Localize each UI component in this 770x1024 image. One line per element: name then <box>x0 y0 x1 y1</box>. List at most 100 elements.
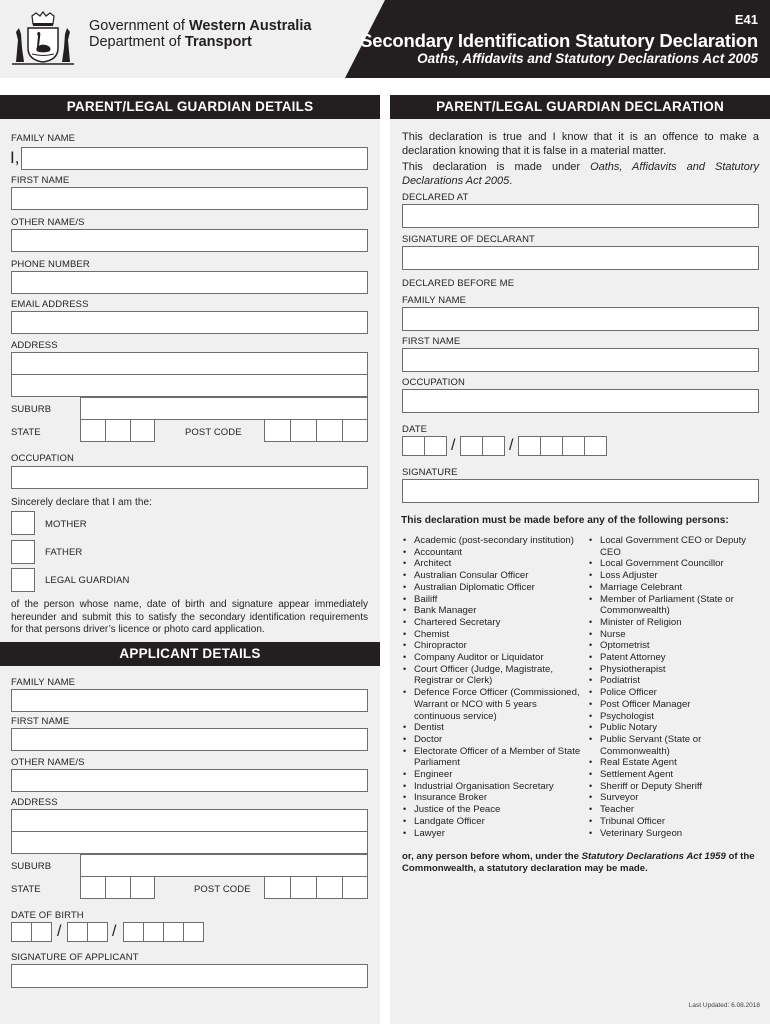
applicant-first-name-field[interactable] <box>11 728 368 751</box>
signature-declarant-field[interactable] <box>402 246 759 270</box>
guardian-occupation-field[interactable] <box>11 466 368 489</box>
date-separator: / <box>509 437 514 454</box>
applicant-postcode-label: POST CODE <box>194 884 251 895</box>
authorised-person-item: Academic (post-secondary institution) <box>402 535 582 547</box>
guardian-state-cell[interactable] <box>80 419 106 442</box>
father-checkbox[interactable] <box>11 540 35 564</box>
applicant-state-cell[interactable] <box>105 876 131 899</box>
declared-before-me-label: DECLARED BEFORE ME <box>402 278 515 289</box>
authorised-person-item: Electorate Officer of a Member of State … <box>402 746 582 769</box>
date-day-cell[interactable] <box>424 436 447 456</box>
guardian-statement: of the person whose name, date of birth … <box>11 599 368 635</box>
dob-month-cell[interactable] <box>67 922 88 942</box>
witness-first-name-label: FIRST NAME <box>402 336 461 347</box>
guardian-email-field[interactable] <box>11 311 368 334</box>
date-month-cell[interactable] <box>460 436 483 456</box>
applicant-details-heading: APPLICANT DETAILS <box>0 642 380 666</box>
authorised-person-item: Real Estate Agent <box>588 757 766 769</box>
signature-declarant-label: SIGNATURE OF DECLARANT <box>402 234 535 245</box>
dob-year-cell[interactable] <box>183 922 204 942</box>
form-code: E41 <box>734 12 758 27</box>
guardian-postcode-cell[interactable] <box>316 419 343 442</box>
applicant-suburb-label: SUBURB <box>11 861 52 872</box>
guardian-family-name-label: FAMILY NAME <box>11 133 76 144</box>
declaration-text-2: This declaration is made under Oaths, Af… <box>402 161 759 188</box>
dob-month-cell[interactable] <box>87 922 108 942</box>
authorised-person-item: Nurse <box>588 629 766 641</box>
guardian-email-label: EMAIL ADDRESS <box>11 299 89 310</box>
authorised-person-item: Minister of Religion <box>588 617 766 629</box>
applicant-family-name-label: FAMILY NAME <box>11 677 76 688</box>
applicant-family-name-field[interactable] <box>11 689 368 712</box>
guardian-state-cell[interactable] <box>130 419 155 442</box>
left-column: PARENT/LEGAL GUARDIAN DETAILS FAMILY NAM… <box>0 95 380 1024</box>
applicant-other-names-label: OTHER NAME/S <box>11 757 85 768</box>
declared-at-field[interactable] <box>402 204 759 228</box>
guardian-first-name-field[interactable] <box>11 187 368 210</box>
guardian-postcode-cell[interactable] <box>342 419 368 442</box>
authorised-person-item: Accountant <box>402 547 582 559</box>
guardian-address-line2-field[interactable] <box>11 374 368 397</box>
applicant-postcode-cell[interactable] <box>264 876 291 899</box>
authorised-person-item: Australian Consular Officer <box>402 570 582 582</box>
applicant-address-line1-field[interactable] <box>11 809 368 832</box>
form-title: Secondary Identification Statutory Decla… <box>360 30 758 51</box>
guardian-family-name-field[interactable] <box>21 147 368 170</box>
date-year-cell[interactable] <box>540 436 563 456</box>
authorised-person-item: Defence Force Officer (Commissioned, War… <box>402 687 582 722</box>
signature-field[interactable] <box>402 479 759 503</box>
guardian-other-names-field[interactable] <box>11 229 368 252</box>
authorised-person-item: Teacher <box>588 804 766 816</box>
applicant-state-cell[interactable] <box>80 876 106 899</box>
applicant-suburb-field[interactable] <box>80 854 368 877</box>
authorised-person-item: Company Auditor or Liquidator <box>402 652 582 664</box>
authorised-person-item: Dentist <box>402 722 582 734</box>
applicant-postcode-cell[interactable] <box>290 876 317 899</box>
applicant-signature-label: SIGNATURE OF APPLICANT <box>11 952 139 963</box>
authorised-person-item: Bank Manager <box>402 605 582 617</box>
i-prefix: I, <box>10 148 20 167</box>
dob-year-cell[interactable] <box>163 922 184 942</box>
witness-occupation-field[interactable] <box>402 389 759 413</box>
applicant-address-line2-field[interactable] <box>11 831 368 854</box>
dob-year-cell[interactable] <box>143 922 164 942</box>
applicant-postcode-cell[interactable] <box>316 876 343 899</box>
guardian-suburb-field[interactable] <box>80 397 368 420</box>
declaration-text-2-suffix: . <box>509 174 513 187</box>
date-year-cell[interactable] <box>518 436 541 456</box>
dob-day-cell[interactable] <box>31 922 52 942</box>
guardian-address-line1-field[interactable] <box>11 352 368 375</box>
authorised-person-item: Industrial Organisation Secretary <box>402 781 582 793</box>
guardian-state-cell[interactable] <box>105 419 131 442</box>
persons-heading: This declaration must be made before any… <box>401 515 729 526</box>
witness-family-name-field[interactable] <box>402 307 759 331</box>
authorised-person-item: Chartered Secretary <box>402 617 582 629</box>
dob-year-cell[interactable] <box>123 922 144 942</box>
closing-statement: or, any person before whom, under the St… <box>402 851 762 874</box>
guardian-postcode-cell[interactable] <box>290 419 317 442</box>
date-year-cell[interactable] <box>584 436 607 456</box>
guardian-occupation-label: OCCUPATION <box>11 453 74 464</box>
witness-first-name-field[interactable] <box>402 348 759 372</box>
authorised-person-item: Tribunal Officer <box>588 816 766 828</box>
applicant-signature-field[interactable] <box>11 964 368 988</box>
date-month-cell[interactable] <box>482 436 505 456</box>
authorised-person-item: Surveyor <box>588 792 766 804</box>
applicant-postcode-cell[interactable] <box>342 876 368 899</box>
guardian-phone-field[interactable] <box>11 271 368 294</box>
guardian-postcode-cell[interactable] <box>264 419 291 442</box>
dob-day-cell[interactable] <box>11 922 32 942</box>
authorised-person-item: Sheriff or Deputy Sheriff <box>588 781 766 793</box>
legal-guardian-checkbox[interactable] <box>11 568 35 592</box>
witness-occupation-label: OCCUPATION <box>402 377 465 388</box>
date-day-cell[interactable] <box>402 436 425 456</box>
applicant-other-names-field[interactable] <box>11 769 368 792</box>
mother-checkbox[interactable] <box>11 511 35 535</box>
authorised-person-item: Landgate Officer <box>402 816 582 828</box>
authorised-person-item: Settlement Agent <box>588 769 766 781</box>
date-label: DATE <box>402 424 428 435</box>
father-label: FATHER <box>45 547 83 558</box>
date-year-cell[interactable] <box>562 436 585 456</box>
applicant-state-cell[interactable] <box>130 876 155 899</box>
applicant-address-label: ADDRESS <box>11 797 58 808</box>
